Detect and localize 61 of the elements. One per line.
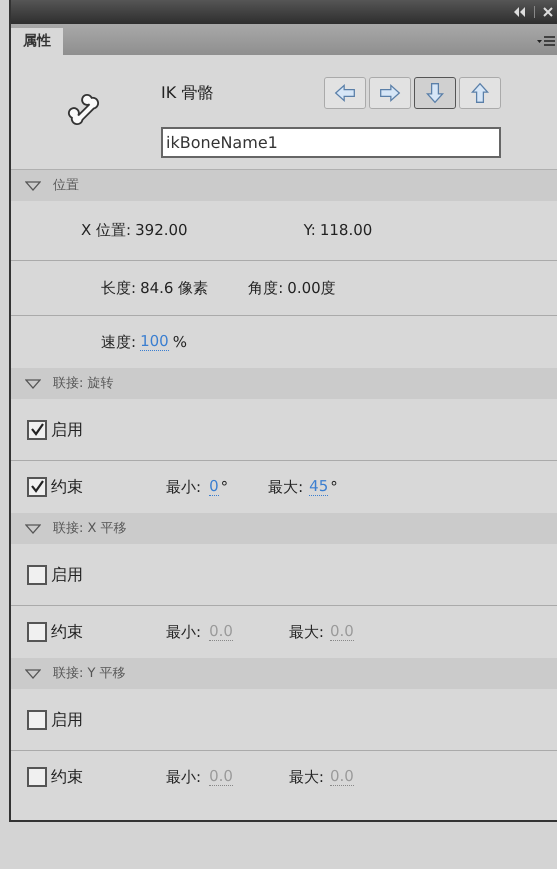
max-label: 最大: bbox=[288, 622, 324, 643]
nav-button[interactable] bbox=[324, 77, 366, 109]
checkbox[interactable] bbox=[27, 622, 47, 642]
x-position-label: X 位置: bbox=[81, 220, 132, 242]
min-unit: ° bbox=[220, 476, 228, 498]
max-value[interactable]: 0.0 bbox=[330, 768, 354, 786]
section-header[interactable]: 联接: 旋转 bbox=[11, 368, 557, 399]
max-value[interactable]: 45 bbox=[309, 478, 328, 496]
panel-menu-icon[interactable] bbox=[537, 36, 555, 48]
close-icon[interactable] bbox=[543, 7, 553, 17]
checkbox[interactable] bbox=[27, 420, 47, 440]
expanded-triangle-icon[interactable] bbox=[25, 378, 41, 388]
speed-unit: % bbox=[172, 332, 187, 353]
checkbox[interactable] bbox=[27, 767, 47, 787]
tab[interactable]: 属性 bbox=[11, 28, 63, 55]
angle-value: 0.00度 bbox=[287, 278, 336, 299]
expanded-triangle-icon[interactable] bbox=[25, 524, 41, 534]
min-value[interactable]: 0.0 bbox=[209, 623, 233, 641]
max-unit: ° bbox=[330, 476, 338, 498]
min-label: 最小: bbox=[166, 766, 202, 788]
checkbox-label: 启用 bbox=[51, 418, 83, 440]
section-title: 位置 bbox=[53, 176, 79, 195]
checkbox-label: 约束 bbox=[51, 476, 83, 498]
min-value[interactable]: 0.0 bbox=[209, 768, 233, 786]
angle-label: 角度: bbox=[248, 278, 284, 299]
checkbox-label: 启用 bbox=[51, 708, 83, 730]
section-header[interactable]: 联接: Y 平移 bbox=[11, 658, 557, 689]
length-value: 84.6 像素 bbox=[140, 278, 208, 299]
speed-label: 速度: bbox=[101, 332, 136, 353]
checkbox[interactable] bbox=[27, 710, 47, 730]
min-value[interactable]: 0 bbox=[209, 478, 219, 496]
section-header[interactable]: 位置 bbox=[11, 170, 557, 201]
checkbox[interactable] bbox=[27, 564, 47, 584]
min-label: 最小: bbox=[166, 622, 202, 643]
x-position-value: 392.00 bbox=[135, 220, 188, 242]
y-position-label: Y: bbox=[304, 220, 316, 242]
nav-button[interactable] bbox=[369, 77, 411, 109]
nav-button[interactable] bbox=[414, 77, 456, 109]
section-title: 联接: X 平移 bbox=[53, 520, 127, 538]
length-label: 长度: bbox=[101, 278, 136, 299]
section-title: 联接: 旋转 bbox=[53, 374, 114, 393]
max-label: 最大: bbox=[288, 766, 324, 788]
y-position-value: 118.00 bbox=[320, 220, 372, 242]
collapse-icon[interactable] bbox=[514, 7, 526, 17]
checkbox[interactable] bbox=[27, 477, 47, 497]
expanded-triangle-icon[interactable] bbox=[25, 180, 41, 190]
bone-name-field[interactable]: ikBoneName1 bbox=[161, 127, 501, 158]
left-arrow-icon bbox=[332, 82, 358, 104]
expanded-triangle-icon[interactable] bbox=[25, 668, 41, 678]
max-label: 最大: bbox=[268, 476, 304, 498]
nav-button[interactable] bbox=[459, 77, 501, 109]
right-arrow-icon bbox=[377, 82, 403, 104]
section-title: 联接: Y 平移 bbox=[53, 664, 126, 683]
bone-title: IK 骨骼 bbox=[161, 82, 214, 104]
checkbox-label: 启用 bbox=[51, 564, 83, 586]
speed-value[interactable]: 100 bbox=[140, 333, 169, 351]
max-value[interactable]: 0.0 bbox=[330, 623, 354, 641]
min-label: 最小: bbox=[166, 476, 202, 498]
section-header[interactable]: 联接: X 平移 bbox=[11, 513, 557, 544]
checkbox-label: 约束 bbox=[51, 766, 83, 788]
checkbox-label: 约束 bbox=[51, 621, 83, 643]
